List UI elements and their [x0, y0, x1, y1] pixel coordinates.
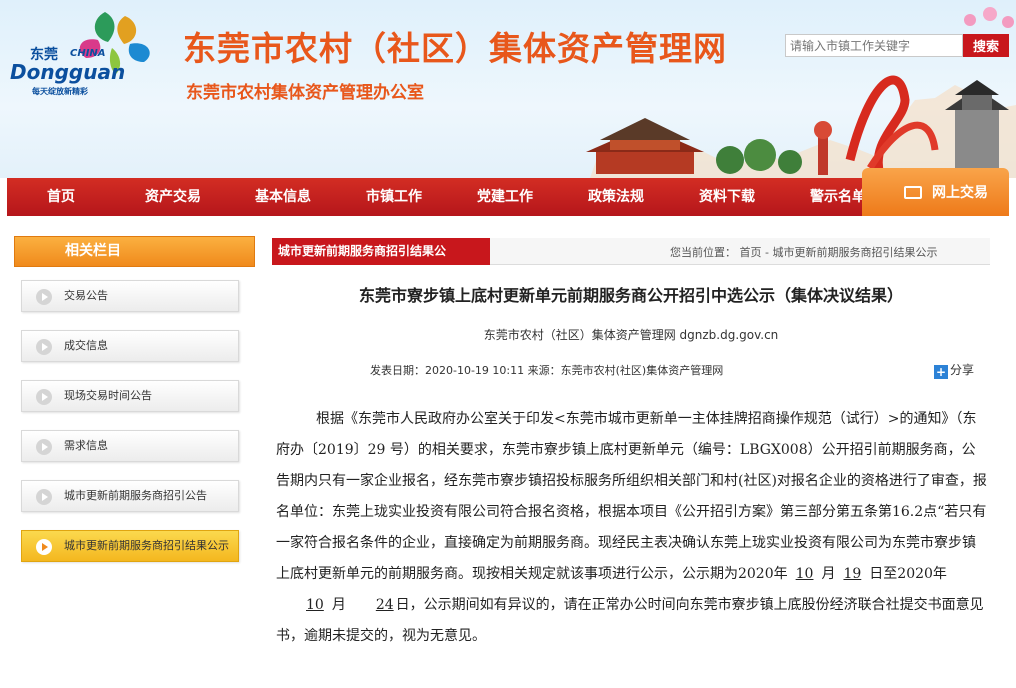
month-start: 10: [795, 566, 814, 582]
article-title: 东莞市寮步镇上底村更新单元前期服务商公开招引中选公示（集体决议结果）: [358, 286, 903, 305]
body-text-part1: 根据《东莞市人民政府办公室关于印发<东莞市城市更新单一主体挂牌招商操作规范（试行…: [276, 411, 987, 582]
dongguan-logo[interactable]: 东莞 CHINA Dongguan 每天绽放新精彩: [6, 4, 166, 100]
sidebar-item-label: 交易公告: [64, 289, 108, 302]
online-trade-button[interactable]: 网上交易: [862, 168, 1009, 216]
search-input[interactable]: [785, 34, 963, 57]
sidebar-item-onsite-time[interactable]: 现场交易时间公告: [21, 380, 239, 412]
sidebar-item-label: 现场交易时间公告: [64, 389, 152, 402]
site-header: 东莞 CHINA Dongguan 每天绽放新精彩 东莞市农村（社区）集体资产管…: [0, 0, 1016, 178]
body-text-month-unit-2: 月: [331, 597, 346, 613]
nav-item-party-work[interactable]: 党建工作: [455, 178, 555, 216]
body-text-month-unit: 月: [821, 566, 836, 582]
arrow-right-icon: [36, 439, 52, 455]
main-nav: 首页 资产交易 基本信息 市镇工作 党建工作 政策法规 资料下载 警示名单: [7, 178, 1009, 216]
breadcrumb-bar: 城市更新前期服务商招引结果公 您当前位置： 首页 - 城市更新前期服务商招引结果…: [272, 238, 990, 265]
sidebar-heading-label: 相关栏目: [65, 243, 121, 259]
day-start: 19: [843, 566, 862, 582]
arrow-right-icon: [36, 389, 52, 405]
search-box: 搜索: [785, 34, 1009, 57]
sidebar-item-demand-info[interactable]: 需求信息: [21, 430, 239, 462]
nav-item-policy[interactable]: 政策法规: [566, 178, 666, 216]
nav-item-download[interactable]: 资料下载: [677, 178, 777, 216]
breadcrumb[interactable]: 您当前位置： 首页 - 城市更新前期服务商招引结果公示: [670, 238, 937, 267]
article-source-line: 东莞市农村（社区）集体资产管理网 dgnzb.dg.gov.cn: [483, 328, 779, 342]
arrow-right-icon: [36, 489, 52, 505]
arrow-right-icon: [36, 339, 52, 355]
section-tab: 城市更新前期服务商招引结果公: [272, 238, 490, 265]
sidebar-item-trade-notice[interactable]: 交易公告: [21, 280, 239, 312]
nav-item-home[interactable]: 首页: [7, 178, 115, 216]
site-subtitle: 东莞市农村集体资产管理办公室: [186, 83, 424, 103]
article-body: 根据《东莞市人民政府办公室关于印发<东莞市城市更新单一主体挂牌招商操作规范（试行…: [276, 404, 988, 652]
day-end: 24: [375, 597, 394, 613]
sidebar-item-label: 成交信息: [64, 339, 108, 352]
monitor-icon: [904, 186, 922, 199]
online-trade-label: 网上交易: [932, 185, 988, 201]
plus-icon: +: [934, 365, 948, 379]
nav-item-basic-info[interactable]: 基本信息: [233, 178, 333, 216]
sidebar-item-label: 城市更新前期服务商招引结果公示: [64, 539, 229, 552]
sidebar-item-label: 城市更新前期服务商招引公告: [64, 489, 207, 502]
site-title: 东莞市农村（社区）集体资产管理网: [183, 29, 727, 68]
page: 东莞 CHINA Dongguan 每天绽放新精彩 东莞市农村（社区）集体资产管…: [0, 0, 1016, 688]
sidebar-item-deal-info[interactable]: 成交信息: [21, 330, 239, 362]
sidebar-item-renewal-result[interactable]: 城市更新前期服务商招引结果公示: [21, 530, 239, 562]
arrow-right-icon: [36, 289, 52, 305]
share-button[interactable]: + 分享: [934, 361, 974, 379]
search-button[interactable]: 搜索: [963, 34, 1009, 57]
nav-item-asset-trade[interactable]: 资产交易: [123, 178, 223, 216]
logo-china-text: CHINA: [70, 48, 106, 59]
month-end: 10: [306, 597, 324, 613]
logo-en-text: Dongguan: [10, 60, 126, 84]
sidebar-item-label: 需求信息: [64, 439, 108, 452]
sidebar-heading: 相关栏目: [14, 236, 255, 267]
sidebar-item-renewal-notice[interactable]: 城市更新前期服务商招引公告: [21, 480, 239, 512]
share-label: 分享: [950, 363, 975, 377]
body-text-to: 日至2020年: [869, 566, 947, 582]
article-meta: 发表日期：2020-10-19 10:11 来源：东莞市农村(社区)集体资产管理…: [370, 364, 724, 377]
nav-item-town-work[interactable]: 市镇工作: [344, 178, 444, 216]
arrow-right-icon: [36, 539, 52, 555]
logo-slogan: 每天绽放新精彩: [32, 87, 88, 96]
